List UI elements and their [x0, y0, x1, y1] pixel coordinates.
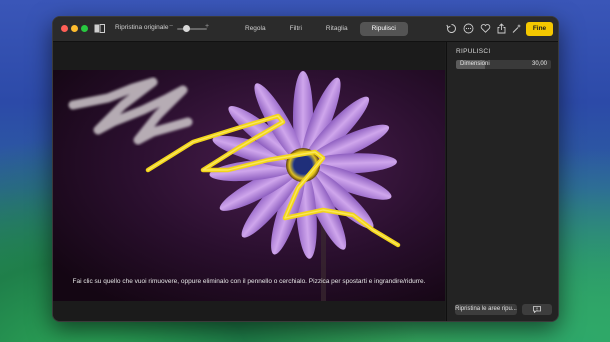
tab-ripulisci[interactable]: Ripulisci — [359, 22, 408, 36]
more-icon[interactable] — [463, 23, 474, 34]
zoom-in-icon[interactable]: + — [205, 23, 209, 30]
share-icon[interactable] — [496, 23, 507, 34]
rotate-icon[interactable] — [446, 23, 457, 34]
favorite-heart-icon[interactable] — [480, 23, 491, 34]
tab-regola[interactable]: Regola — [233, 22, 278, 36]
minimize-window-button[interactable] — [71, 25, 78, 32]
toolbar: Ripristina originale − + Regola Filtri R… — [53, 17, 558, 42]
close-window-button[interactable] — [61, 25, 68, 32]
magic-wand-icon[interactable] — [511, 23, 522, 34]
tab-filtri[interactable]: Filtri — [278, 22, 314, 36]
zoom-slider[interactable] — [177, 28, 207, 30]
zoom-slider-thumb[interactable] — [183, 25, 190, 32]
done-button[interactable]: Fine — [526, 22, 553, 36]
instruction-text: Fai clic su quello che vuoi rimuovere, o… — [72, 278, 426, 285]
reset-cleaned-areas-button[interactable]: Ripristina le aree ripu... — [455, 304, 517, 315]
photos-edit-window: Ripristina originale − + Regola Filtri R… — [52, 16, 559, 322]
panel-title: RIPULISCI — [456, 48, 491, 55]
feedback-button[interactable] — [522, 304, 552, 315]
brush-size-label: Dimensioni — [460, 61, 490, 67]
zoom-out-icon[interactable]: − — [169, 23, 173, 30]
revert-original-button[interactable]: Ripristina originale — [115, 24, 168, 31]
feedback-icon — [533, 306, 541, 313]
edit-tabs: Regola Filtri Ritaglia Ripulisci — [233, 22, 408, 36]
flower-photo[interactable] — [53, 70, 445, 301]
compare-icon[interactable] — [94, 24, 105, 33]
cleanup-panel: RIPULISCI Dimensioni 30,00 Ripristina le… — [446, 42, 558, 321]
photo-canvas[interactable]: Fai clic su quello che vuoi rimuovere, o… — [53, 42, 445, 321]
brush-size-slider[interactable]: Dimensioni 30,00 — [456, 60, 551, 69]
fullscreen-window-button[interactable] — [81, 25, 88, 32]
tab-ritaglia[interactable]: Ritaglia — [314, 22, 360, 36]
brush-size-value: 30,00 — [531, 61, 547, 67]
